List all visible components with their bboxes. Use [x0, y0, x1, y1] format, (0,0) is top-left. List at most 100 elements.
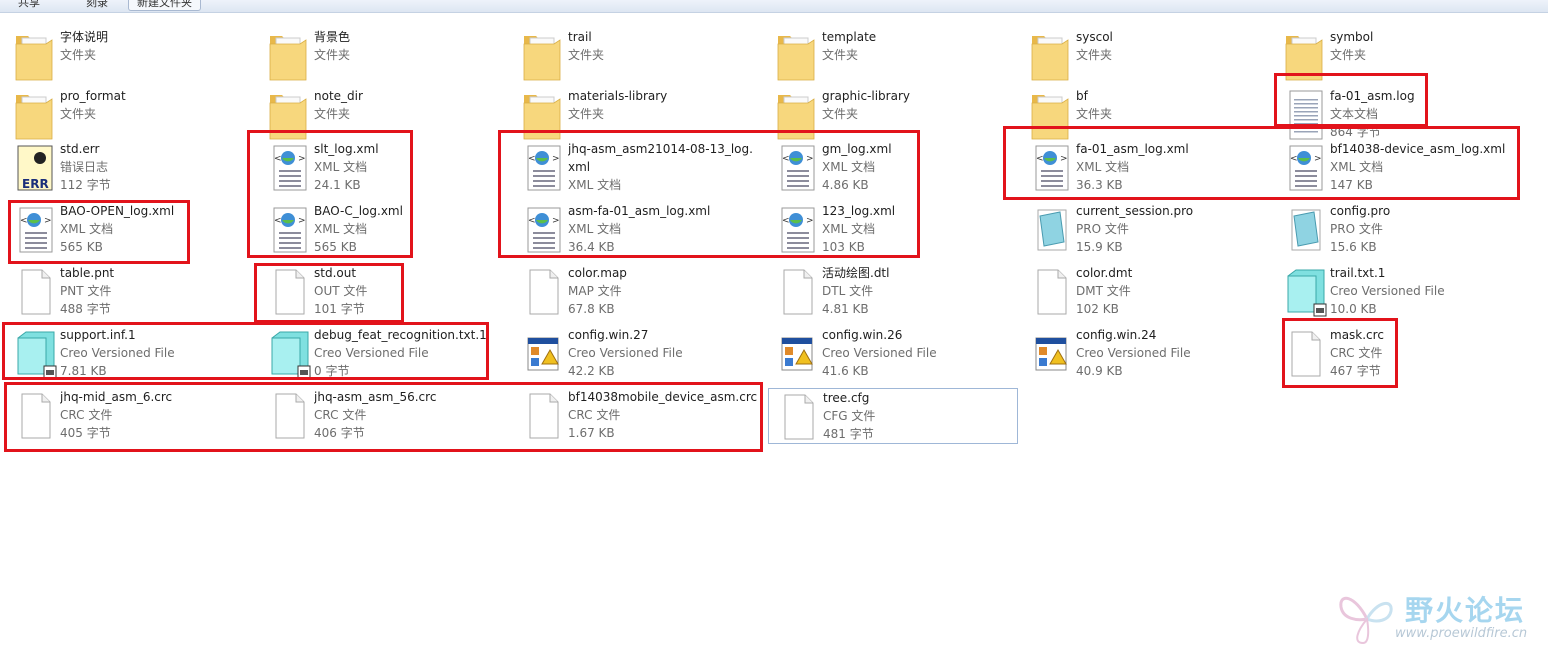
- file-item[interactable]: 活动绘图.dtl DTL 文件 4.81 KB: [768, 264, 1018, 322]
- folder-icon: [1028, 30, 1076, 82]
- file-item[interactable]: config.pro PRO 文件 15.6 KB: [1276, 202, 1526, 260]
- file-item[interactable]: ERR std.err 错误日志 112 字节: [6, 140, 256, 198]
- watermark-title: 野火论坛: [1405, 594, 1526, 627]
- file-type: CFG 文件: [823, 409, 876, 423]
- file-name: trail: [568, 30, 592, 44]
- file-type: Creo Versioned File: [1076, 346, 1191, 360]
- blank-file-icon: [12, 266, 60, 318]
- file-type: 文件夹: [568, 107, 605, 121]
- file-name: note_dir: [314, 89, 363, 103]
- forum-watermark: 野火论坛 www.proewildfire.cn: [1335, 585, 1535, 650]
- file-item-text: config.win.27 Creo Versioned File 42.2 KB: [568, 326, 760, 380]
- file-name: graphic-library: [822, 89, 910, 103]
- file-type: MAP 文件: [568, 284, 622, 298]
- file-name: std.err: [60, 142, 100, 156]
- file-item[interactable]: table.pnt PNT 文件 488 字节: [6, 264, 256, 322]
- file-item-text: config.win.26 Creo Versioned File 41.6 KB: [822, 326, 1014, 380]
- file-type: Creo Versioned File: [1330, 284, 1445, 298]
- folder-icon: [266, 30, 314, 82]
- file-item-text: materials-library 文件夹: [568, 87, 760, 123]
- file-size: 102 KB: [1076, 302, 1119, 316]
- file-name: bf: [1076, 89, 1088, 103]
- new-folder-button[interactable]: 新建文件夹: [128, 0, 201, 11]
- file-size: 42.2 KB: [568, 364, 615, 378]
- file-item[interactable]: pro_format 文件夹: [6, 87, 256, 145]
- highlight-box: [4, 382, 763, 452]
- file-item[interactable]: trail.txt.1 Creo Versioned File 10.0 KB: [1276, 264, 1526, 322]
- folder-icon: [12, 30, 60, 82]
- file-item-text: note_dir 文件夹: [314, 87, 506, 123]
- file-item[interactable]: template 文件夹: [768, 28, 1018, 86]
- file-item[interactable]: tree.cfg CFG 文件 481 字节: [768, 388, 1018, 444]
- file-type: 错误日志: [60, 160, 109, 174]
- file-name: color.map: [568, 266, 627, 280]
- file-type: 文件夹: [314, 48, 351, 62]
- file-item[interactable]: color.dmt DMT 文件 102 KB: [1022, 264, 1272, 322]
- file-name: symbol: [1330, 30, 1374, 44]
- file-name: tree.cfg: [823, 391, 870, 405]
- highlight-box: [1282, 318, 1398, 388]
- file-item[interactable]: config.win.26 Creo Versioned File 41.6 KB: [768, 326, 1018, 384]
- file-size: 488 字节: [60, 302, 111, 316]
- file-item[interactable]: trail 文件夹: [514, 28, 764, 86]
- file-item[interactable]: 字体说明 文件夹: [6, 28, 256, 86]
- highlight-box: [1274, 73, 1428, 127]
- file-item-text: 背景色 文件夹: [314, 28, 506, 64]
- file-type: 文件夹: [60, 107, 97, 121]
- highlight-box: [498, 130, 920, 258]
- file-type: 文件夹: [822, 107, 859, 121]
- file-size: 4.81 KB: [822, 302, 869, 316]
- blank-file-icon: [774, 266, 822, 318]
- file-item[interactable]: color.map MAP 文件 67.8 KB: [514, 264, 764, 322]
- file-type: 文件夹: [568, 48, 605, 62]
- file-type: 文件夹: [314, 107, 351, 121]
- config-win-icon: [774, 328, 822, 380]
- file-type: 文件夹: [60, 48, 97, 62]
- file-name: config.win.26: [822, 328, 903, 342]
- file-item[interactable]: syscol 文件夹: [1022, 28, 1272, 86]
- file-item-text: graphic-library 文件夹: [822, 87, 1014, 123]
- file-type: 文件夹: [1076, 107, 1113, 121]
- error-log-icon: ERR: [12, 142, 60, 194]
- file-item[interactable]: config.win.24 Creo Versioned File 40.9 KB: [1022, 326, 1272, 384]
- file-name: table.pnt: [60, 266, 115, 280]
- file-item-text: config.win.24 Creo Versioned File 40.9 KB: [1076, 326, 1268, 380]
- file-item-text: table.pnt PNT 文件 488 字节: [60, 264, 252, 318]
- folder-icon: [774, 30, 822, 82]
- file-name: template: [822, 30, 877, 44]
- folder-icon: [520, 30, 568, 82]
- share-button[interactable]: 共享: [10, 0, 48, 10]
- file-type: PRO 文件: [1076, 222, 1129, 236]
- file-item-text: color.dmt DMT 文件 102 KB: [1076, 264, 1268, 318]
- file-item-text: syscol 文件夹: [1076, 28, 1268, 64]
- burn-button[interactable]: 刻录: [78, 0, 116, 10]
- highlight-box: [2, 322, 489, 380]
- file-item[interactable]: 背景色 文件夹: [260, 28, 510, 86]
- butterfly-logo-icon: [1339, 596, 1393, 645]
- file-name: config.win.24: [1076, 328, 1157, 342]
- file-name: 活动绘图.dtl: [822, 266, 890, 280]
- file-type: PRO 文件: [1330, 222, 1383, 236]
- file-type: 文件夹: [1330, 48, 1367, 62]
- file-item-text: pro_format 文件夹: [60, 87, 252, 123]
- file-item[interactable]: config.win.27 Creo Versioned File 42.2 KB: [514, 326, 764, 384]
- file-type: DTL 文件: [822, 284, 874, 298]
- watermark-url: www.proewildfire.cn: [1395, 626, 1528, 641]
- file-size: 15.6 KB: [1330, 240, 1377, 254]
- blank-file-icon: [1028, 266, 1076, 318]
- file-size: 112 字节: [60, 178, 111, 192]
- file-size: 67.8 KB: [568, 302, 615, 316]
- file-size: 15.9 KB: [1076, 240, 1123, 254]
- creo-versioned-file-icon: [1282, 266, 1330, 318]
- file-item-text: trail.txt.1 Creo Versioned File 10.0 KB: [1330, 264, 1522, 318]
- highlight-box: [8, 200, 190, 264]
- folder-icon: [12, 89, 60, 141]
- file-size: 481 字节: [823, 427, 874, 441]
- explorer-toolbar: 共享 刻录 新建文件夹: [0, 0, 1548, 13]
- file-item[interactable]: current_session.pro PRO 文件 15.9 KB: [1022, 202, 1272, 260]
- file-name: color.dmt: [1076, 266, 1133, 280]
- file-type: 文件夹: [822, 48, 859, 62]
- config-win-icon: [520, 328, 568, 380]
- file-type: Creo Versioned File: [568, 346, 683, 360]
- file-type: DMT 文件: [1076, 284, 1131, 298]
